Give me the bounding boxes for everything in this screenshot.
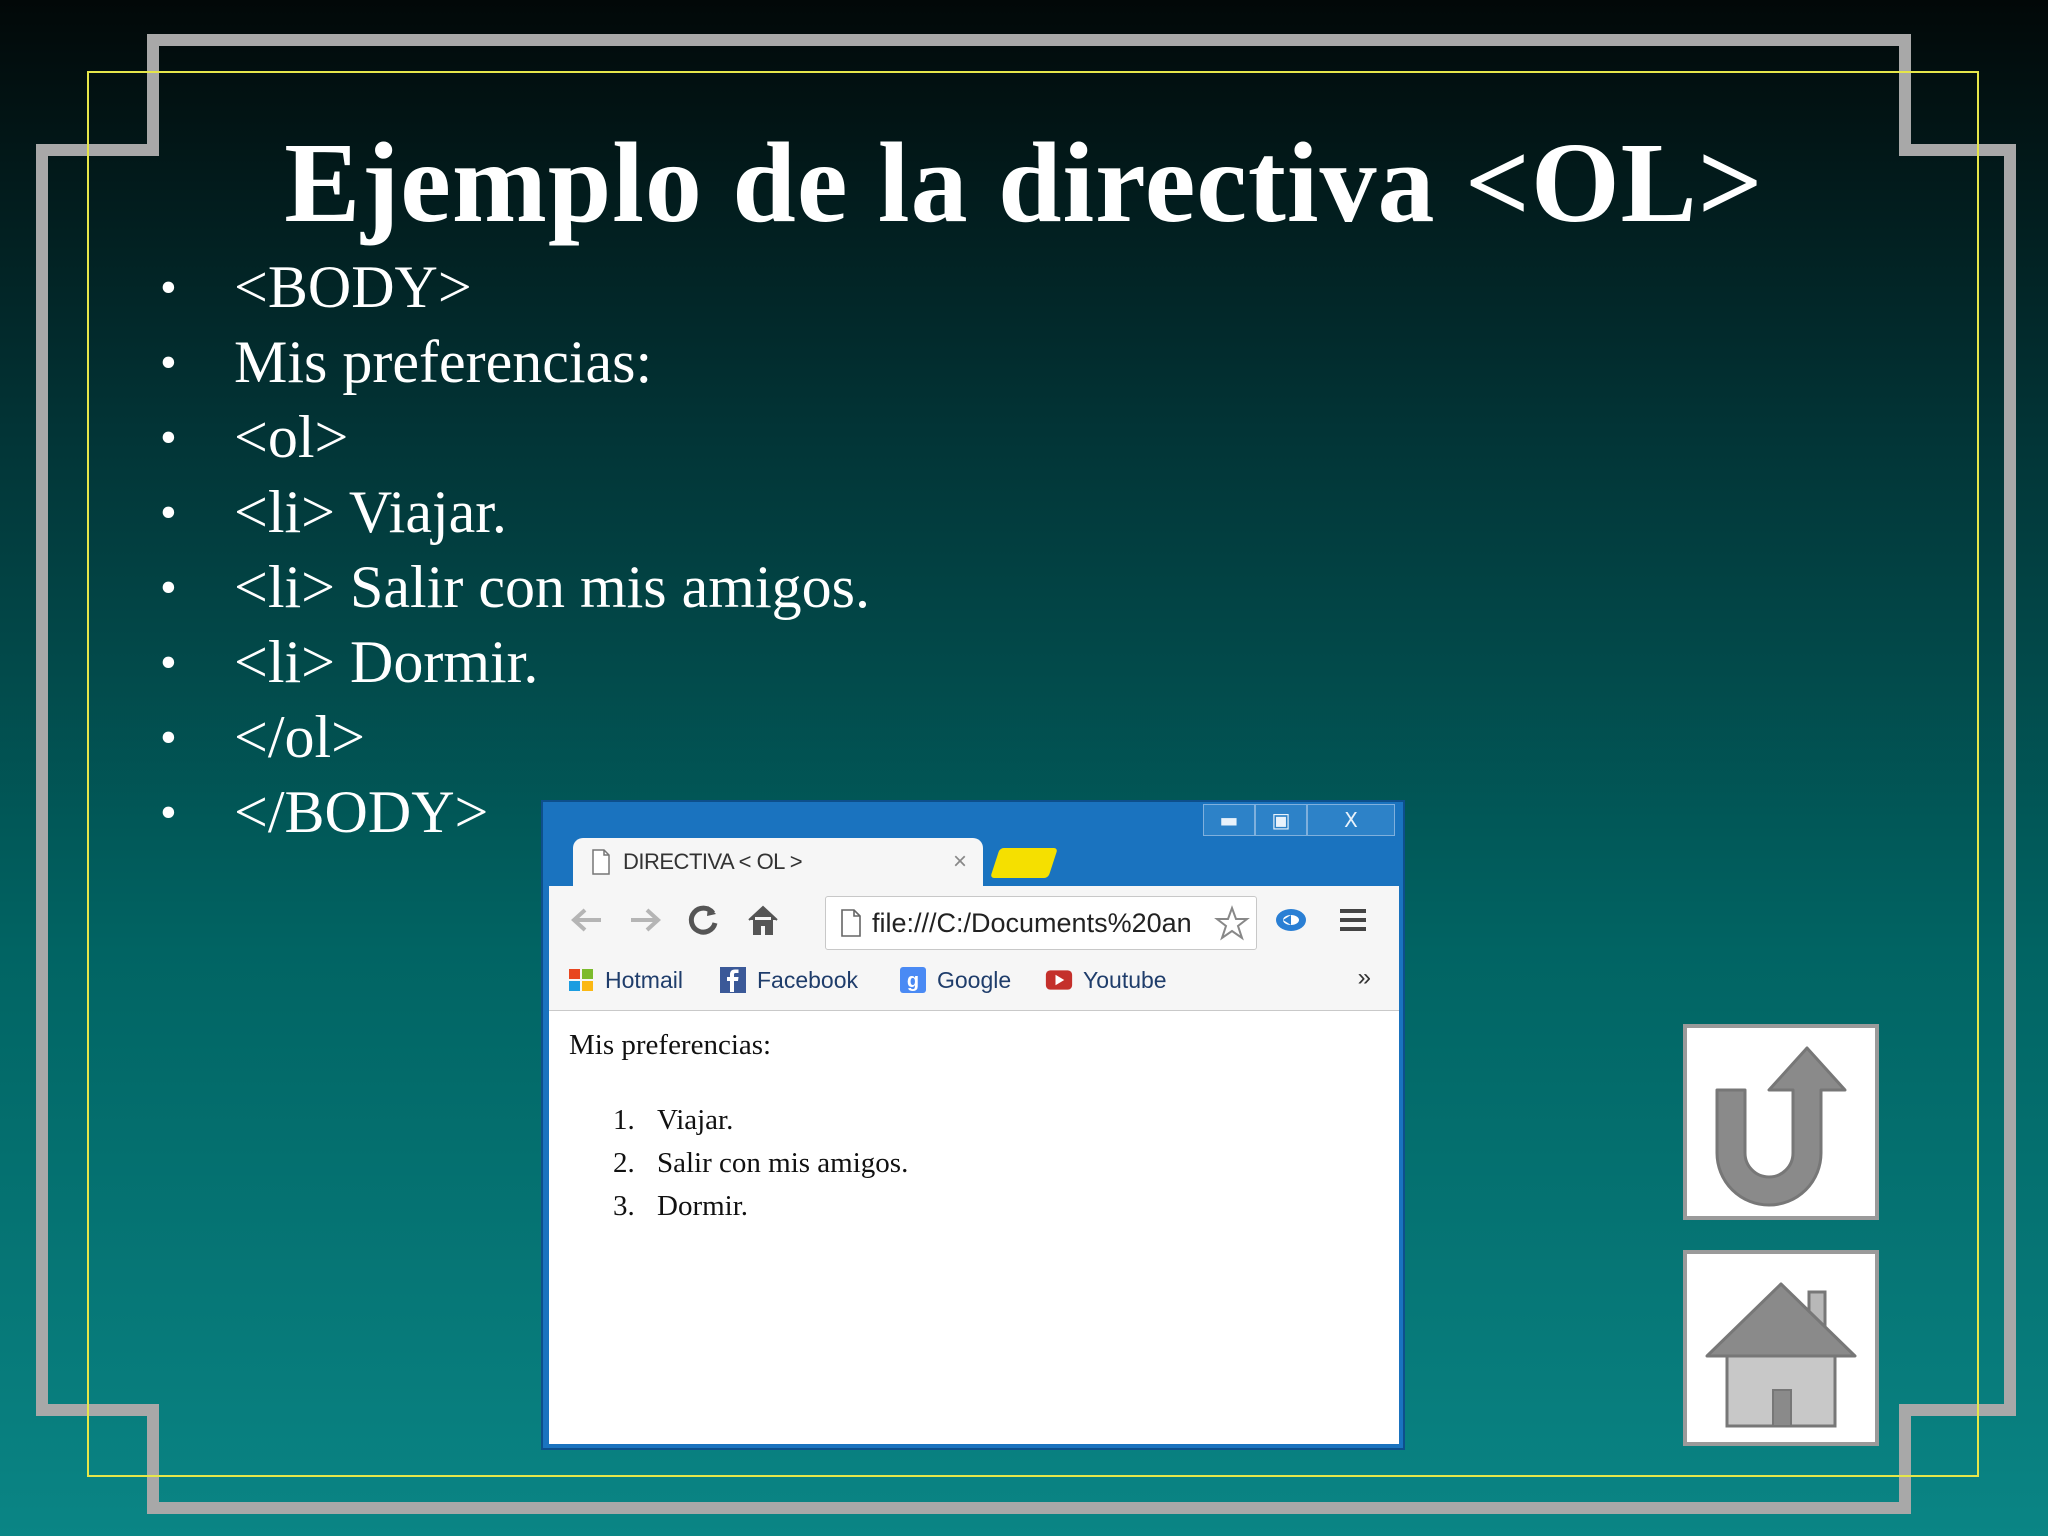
ordered-list: 1. Viajar. 2. Salir con mis amigos. 3. Dorm…	[613, 1099, 908, 1228]
bullet-item: • <li> Salir con mis amigos.	[150, 550, 870, 625]
new-tab-button[interactable]	[990, 848, 1058, 878]
bullet-dot: •	[160, 486, 177, 539]
list-item: 3. Dormir.	[613, 1190, 749, 1222]
bookmark-facebook[interactable]: Facebook	[719, 966, 858, 994]
windows-flag-icon	[567, 966, 595, 994]
menu-icon[interactable]	[1333, 900, 1373, 940]
youtube-icon	[1045, 966, 1073, 994]
tab-title: DIRECTIVA < OL >	[623, 849, 803, 874]
maximize-button[interactable]: ▣	[1255, 804, 1307, 836]
address-input[interactable]	[870, 906, 1194, 940]
home-button[interactable]	[1683, 1250, 1879, 1446]
tab-close-button[interactable]: ×	[953, 848, 967, 876]
list-item: 1. Viajar.	[613, 1104, 734, 1136]
back-arrow-icon	[1715, 1046, 1847, 1207]
extension-icon[interactable]	[1271, 900, 1311, 940]
bullet-dot: •	[160, 786, 177, 839]
browser-window: ▬ ▣ X DIRECTIVA < OL > × file:///C:/Docu…	[541, 800, 1405, 1450]
reload-icon[interactable]	[683, 900, 723, 940]
bookmarks-more-button[interactable]: »	[1358, 964, 1371, 992]
slide-title: Ejemplo de la directiva <OL>	[284, 119, 1764, 246]
minimize-button[interactable]: ▬	[1203, 804, 1255, 836]
bookmark-google[interactable]: g Google	[899, 966, 1011, 994]
bullet-dot: •	[160, 561, 177, 614]
list-item: 2. Salir con mis amigos.	[613, 1147, 909, 1179]
home-icon[interactable]	[743, 900, 783, 940]
document-icon	[592, 849, 610, 875]
bullet-list: • <BODY> • Mis preferencias: • <ol> • <li> V…	[150, 250, 870, 850]
bookmarks-bar: Hotmail Facebook g Google Youtube »	[549, 956, 1399, 1011]
page-content: Mis preferencias: 1. Viajar. 2. Salir con …	[549, 1011, 1399, 1444]
back-button[interactable]	[1683, 1024, 1879, 1220]
bookmark-hotmail[interactable]: Hotmail	[567, 966, 683, 994]
browser-tab[interactable]: DIRECTIVA < OL > ×	[573, 838, 983, 886]
bullet-dot: •	[160, 261, 177, 314]
address-bar[interactable]	[825, 896, 1257, 950]
bullet-item: • Mis preferencias:	[150, 325, 870, 400]
close-window-button[interactable]: X	[1307, 804, 1395, 836]
back-arrow-icon[interactable]	[567, 900, 607, 940]
page-icon	[841, 909, 861, 937]
window-controls: ▬ ▣ X	[1203, 804, 1395, 836]
google-icon: g	[899, 966, 927, 994]
browser-toolbar	[549, 886, 1399, 956]
facebook-icon	[719, 966, 747, 994]
bullet-dot: •	[160, 411, 177, 464]
bullet-item: • <ol>	[150, 400, 870, 475]
home-icon	[1705, 1282, 1857, 1428]
bullet-item: • </ol>	[150, 700, 870, 775]
bullet-dot: •	[160, 711, 177, 764]
bullet-dot: •	[160, 336, 177, 389]
bullet-item: • <li> Viajar.	[150, 475, 870, 550]
bookmark-star-icon[interactable]	[1214, 905, 1250, 941]
bullet-item: • <li> Dormir.	[150, 625, 870, 700]
page-heading: Mis preferencias:	[569, 1029, 772, 1061]
bullet-item: • <BODY>	[150, 250, 870, 325]
forward-arrow-icon[interactable]	[625, 900, 665, 940]
bookmark-youtube[interactable]: Youtube	[1045, 966, 1167, 994]
bullet-dot: •	[160, 636, 177, 689]
svg-text:g: g	[907, 970, 919, 992]
